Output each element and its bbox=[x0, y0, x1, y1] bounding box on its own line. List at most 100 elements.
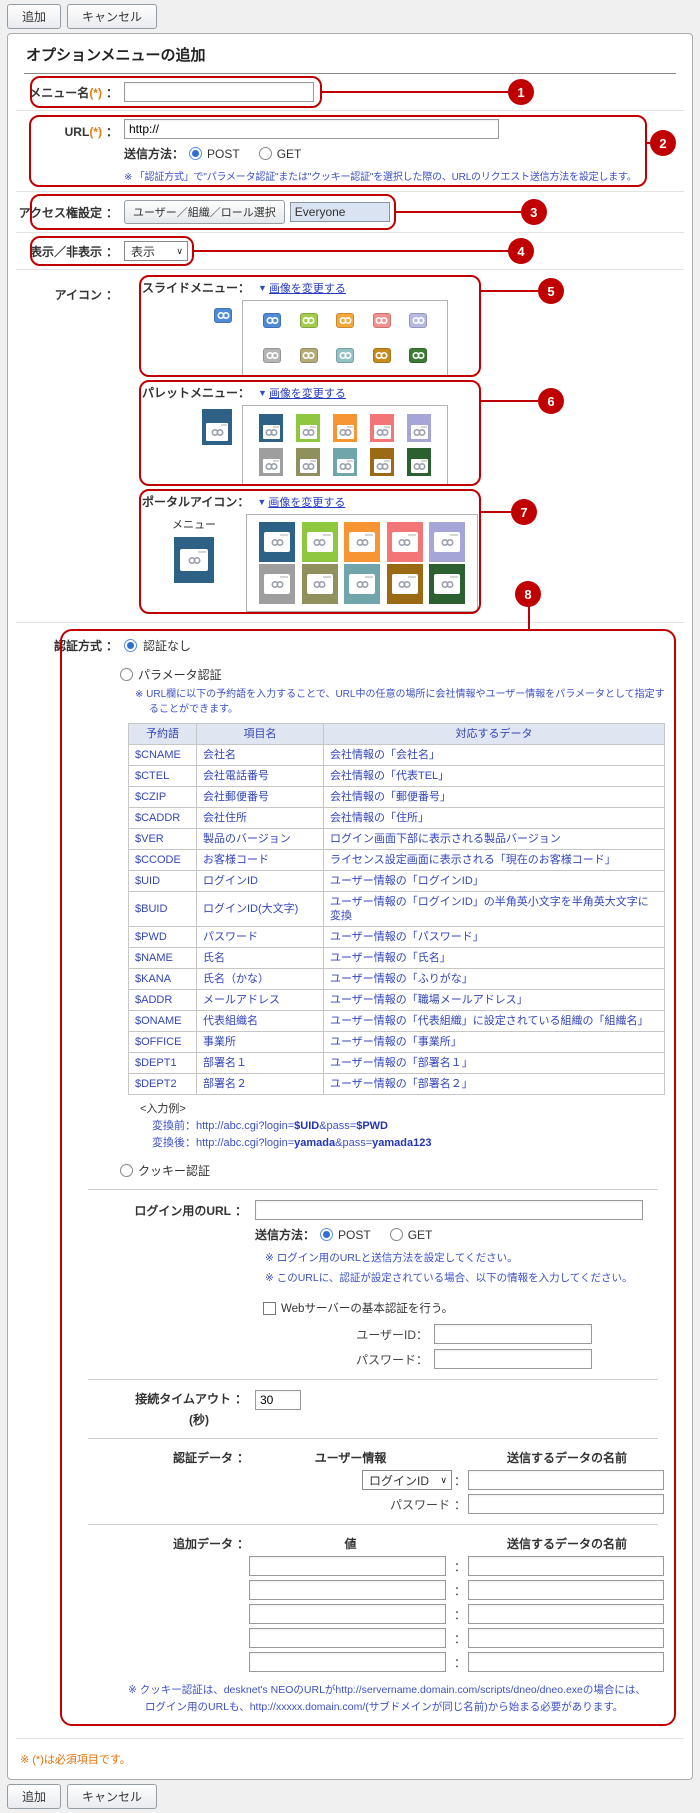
extra-data-value-input[interactable] bbox=[249, 1556, 446, 1576]
portal-icon-option[interactable] bbox=[301, 522, 338, 562]
palette-icon-option[interactable] bbox=[407, 448, 431, 476]
reserved-word-row: $ONAME 代表組織名 ユーザー情報の「代表組織」に設定されている組織の「組織名」 bbox=[128, 1010, 665, 1032]
basic-auth-password-input[interactable] bbox=[434, 1349, 592, 1369]
cookie-note-1: ※ ログイン用のURLと送信方法を設定してください。 bbox=[265, 1252, 518, 1264]
portal-icon-option[interactable] bbox=[429, 564, 465, 604]
auth-data-password-name-input[interactable] bbox=[468, 1494, 664, 1514]
annotation-circle-4: 4 bbox=[508, 238, 534, 264]
extra-data-value-input[interactable] bbox=[249, 1628, 446, 1648]
divider bbox=[16, 1738, 684, 1739]
slide-icon-option[interactable] bbox=[372, 348, 391, 363]
palette-icon-option[interactable] bbox=[296, 414, 320, 442]
portal-change-image-link[interactable]: 画像を変更する bbox=[268, 494, 345, 510]
extra-data-name-input[interactable] bbox=[468, 1580, 664, 1600]
slide-icon-option[interactable] bbox=[409, 348, 427, 363]
annotation-line-4 bbox=[192, 250, 508, 252]
visibility-select[interactable]: 表示 ∨ bbox=[124, 241, 188, 261]
slide-icon-option[interactable] bbox=[299, 313, 318, 328]
portal-icon-option[interactable] bbox=[386, 522, 423, 562]
palette-icon-option[interactable] bbox=[333, 448, 357, 476]
user-info-select[interactable]: ログインID ∨ bbox=[362, 1470, 452, 1490]
annotation-line-7 bbox=[479, 511, 511, 513]
extra-data-value-input[interactable] bbox=[249, 1580, 446, 1600]
basic-auth-userid-label: ユーザーID： bbox=[356, 1327, 428, 1342]
add-button-bottom[interactable]: 追加 bbox=[7, 1784, 62, 1809]
portal-icon-option[interactable] bbox=[301, 564, 338, 604]
palette-change-image-link[interactable]: 画像を変更する bbox=[269, 385, 346, 401]
auth-none-radio[interactable] bbox=[124, 639, 137, 652]
visibility-selected-value: 表示 bbox=[131, 244, 156, 259]
cookie-post-radio[interactable] bbox=[320, 1228, 334, 1241]
cancel-button-top[interactable]: キャンセル bbox=[67, 4, 158, 29]
extra-data-name-input[interactable] bbox=[468, 1652, 664, 1672]
slide-icon-option[interactable] bbox=[336, 313, 354, 328]
timeout-input[interactable] bbox=[255, 1390, 301, 1410]
menu-name-input[interactable] bbox=[124, 82, 314, 102]
example-after-url: http://abc.cgi?login=yamada&pass=yamada1… bbox=[196, 1137, 432, 1149]
add-button-top[interactable]: 追加 bbox=[7, 4, 62, 29]
portal-icon-option[interactable] bbox=[429, 522, 465, 562]
slide-icon-option[interactable] bbox=[263, 313, 281, 328]
portal-icon-option[interactable] bbox=[386, 564, 423, 604]
basic-auth-label: Webサーバーの基本認証を行う。 bbox=[281, 1303, 454, 1315]
extra-data-value-input[interactable] bbox=[249, 1604, 446, 1624]
auth-data-login-name-input[interactable] bbox=[468, 1470, 664, 1490]
auth-cookie-radio[interactable] bbox=[120, 1164, 133, 1177]
icon-row: アイコン： スライドメニュー： ▼ 画像を変更する 5 パレットメニュー： ▼ … bbox=[18, 270, 682, 622]
palette-selected-icon[interactable] bbox=[202, 409, 232, 445]
slide-icon-option[interactable] bbox=[336, 348, 354, 363]
cookie-note-3: ※ クッキー認証は、desknet's NEOのURLがhttp://serve… bbox=[128, 1684, 646, 1713]
slide-selected-icon[interactable] bbox=[214, 308, 232, 323]
divider bbox=[88, 1189, 658, 1190]
portal-icon-option[interactable] bbox=[344, 522, 380, 562]
palette-icon-option[interactable] bbox=[259, 448, 283, 476]
menu-name-row: メニュー名(*)： 1 bbox=[18, 74, 682, 110]
chevron-down-icon: ∨ bbox=[440, 1474, 447, 1485]
palette-icon-option[interactable] bbox=[370, 448, 394, 476]
slide-icon-option[interactable] bbox=[263, 348, 281, 363]
palette-icon-option[interactable] bbox=[407, 414, 431, 442]
login-url-input[interactable] bbox=[255, 1200, 643, 1220]
portal-selected-icon[interactable] bbox=[174, 537, 214, 583]
basic-auth-userid-input[interactable] bbox=[434, 1324, 592, 1344]
extra-data-name-input[interactable] bbox=[468, 1628, 664, 1648]
slide-icon-option[interactable] bbox=[299, 348, 318, 363]
slide-icon-option[interactable] bbox=[409, 313, 427, 328]
extra-data-value-input[interactable] bbox=[249, 1652, 446, 1672]
url-label: URL(*)： bbox=[64, 125, 118, 139]
cookie-get-radio[interactable] bbox=[389, 1228, 403, 1241]
annotation-line-6 bbox=[479, 400, 538, 402]
auth-param-radio[interactable] bbox=[120, 668, 133, 681]
portal-icon-option[interactable] bbox=[259, 564, 295, 604]
extra-data-grid: 追加データ： 値 送信するデータの名前 ： ： ： ： ： bbox=[18, 1535, 682, 1672]
extra-data-name-input[interactable] bbox=[468, 1556, 664, 1576]
form-panel: オプションメニューの追加 メニュー名(*)： 1 URL(*)： 送信方法： P… bbox=[7, 33, 693, 1780]
page-title: オプションメニューの追加 bbox=[24, 34, 676, 74]
basic-auth-checkbox[interactable] bbox=[263, 1301, 276, 1315]
cancel-button-bottom[interactable]: キャンセル bbox=[67, 1784, 158, 1809]
extra-data-name-input[interactable] bbox=[468, 1604, 664, 1624]
url-get-radio[interactable] bbox=[258, 147, 272, 160]
basic-auth-password-label: パスワード： bbox=[355, 1352, 428, 1367]
example-before-url: http://abc.cgi?login=$UID&pass=$PWD bbox=[196, 1120, 388, 1132]
url-row: URL(*)： 送信方法： POST GET ※ 「認証方式」で"パラメータ認証… bbox=[18, 111, 682, 191]
portal-icon-option[interactable] bbox=[344, 564, 380, 604]
palette-icon-option[interactable] bbox=[296, 448, 320, 476]
toolbar-bottom: 追加 キャンセル bbox=[0, 1780, 700, 1813]
url-input[interactable] bbox=[124, 119, 499, 139]
reserved-word-row: $PWD パスワード ユーザー情報の「パスワード」 bbox=[128, 926, 665, 948]
portal-icon-option[interactable] bbox=[259, 522, 295, 562]
palette-icon-option[interactable] bbox=[370, 414, 394, 442]
portal-icon-label: ポータルアイコン： bbox=[142, 495, 250, 509]
portal-icon-section: ポータルアイコン： ▼ 画像を変更する メニュー 7 bbox=[139, 489, 537, 614]
select-user-org-role-button[interactable]: ユーザー／組織／ロール選択 bbox=[124, 200, 285, 224]
cookie-send-method-label: 送信方法： bbox=[255, 1228, 316, 1242]
slide-icon-option[interactable] bbox=[372, 313, 391, 328]
palette-icon-option[interactable] bbox=[333, 414, 357, 442]
divider bbox=[16, 622, 684, 623]
table-header-data: 対応するデータ bbox=[323, 723, 665, 745]
reserved-word-row: $CADDR 会社住所 会社情報の「住所」 bbox=[128, 807, 665, 829]
url-post-radio[interactable] bbox=[189, 147, 203, 160]
palette-icon-option[interactable] bbox=[259, 414, 283, 442]
slide-change-image-link[interactable]: 画像を変更する bbox=[269, 280, 346, 296]
